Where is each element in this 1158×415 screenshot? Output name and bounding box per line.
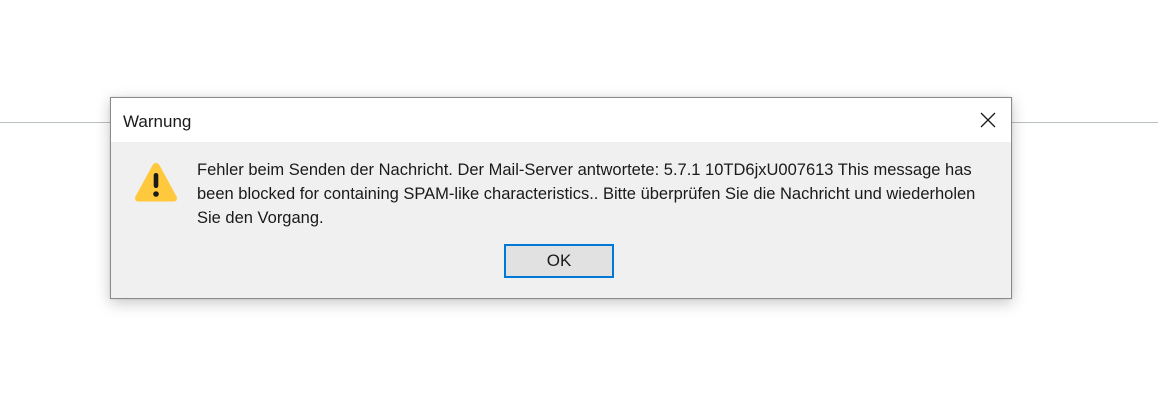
close-button[interactable] [965, 98, 1011, 142]
error-message: Fehler beim Senden der Nachricht. Der Ma… [197, 161, 976, 227]
ok-button[interactable]: OK [504, 244, 614, 278]
dialog-title: Warnung [123, 112, 192, 131]
warning-icon [134, 163, 178, 202]
dialog-titlebar: Warnung [111, 98, 1011, 142]
close-icon [980, 112, 996, 128]
warning-dialog: Warnung Fehler beim Senden der Nachricht… [110, 97, 1012, 299]
